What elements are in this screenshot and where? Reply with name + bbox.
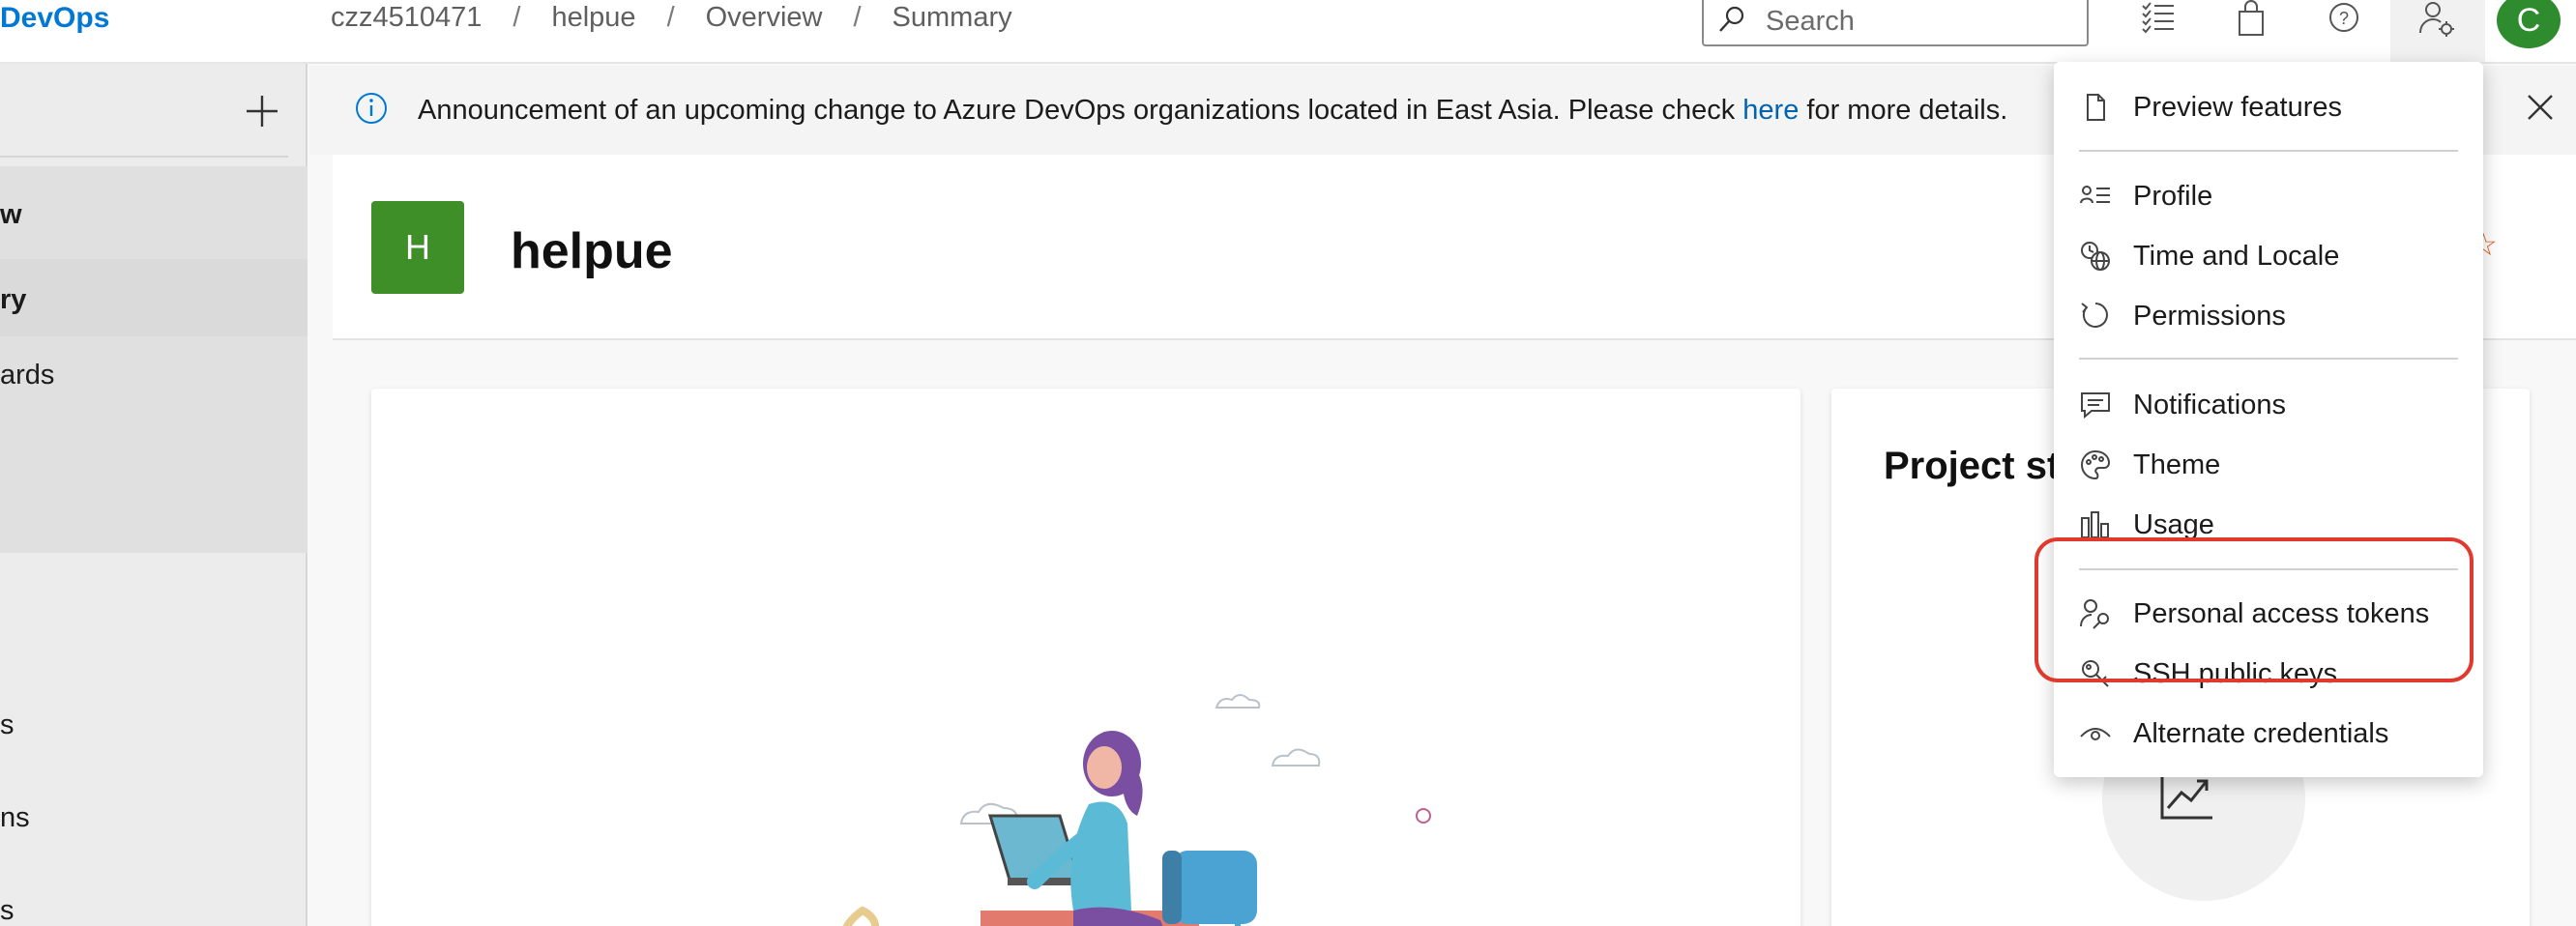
menu-item-ssh-public-keys[interactable]: SSH public keys (2054, 646, 2483, 702)
menu-label: Profile (2133, 180, 2213, 212)
breadcrumb-project[interactable]: helpue (549, 2, 637, 34)
menu-label: Preview features (2133, 91, 2342, 123)
search-icon (1717, 5, 1746, 39)
menu-item-profile[interactable]: Profile (2054, 168, 2483, 224)
project-avatar: H (371, 201, 464, 294)
menu-separator (2079, 150, 2458, 152)
menu-label: Theme (2133, 449, 2221, 480)
menu-label: Personal access tokens (2133, 597, 2430, 629)
menu-label: Notifications (2133, 389, 2286, 420)
breadcrumb-separator: / (666, 2, 675, 33)
menu-item-personal-access-tokens[interactable]: Personal access tokens (2054, 586, 2483, 642)
nav-item-dashboards[interactable]: ards (0, 360, 54, 391)
user-settings-button[interactable] (2390, 0, 2485, 62)
search-placeholder: Search (1766, 5, 1855, 37)
search-box[interactable]: Search (1702, 0, 2089, 46)
top-bar: DevOps czz4510471 / helpue / Overview / … (0, 0, 2576, 64)
breadcrumb-separator: / (853, 2, 862, 33)
breadcrumb-overview[interactable]: Overview (704, 2, 825, 34)
banner-details-link[interactable]: here (1742, 95, 1799, 126)
menu-item-notifications[interactable]: Notifications (2054, 377, 2483, 433)
left-navigation: w ry ards s ns s (0, 64, 307, 926)
menu-label: Permissions (2133, 300, 2286, 332)
globe-clock-icon (2079, 240, 2112, 273)
nav-selected-highlight (0, 259, 307, 336)
key-icon (2079, 657, 2112, 690)
palette-icon (2079, 449, 2112, 481)
menu-item-permissions[interactable]: Permissions (2054, 288, 2483, 344)
menu-label: Usage (2133, 508, 2214, 540)
about-project-card (371, 389, 1800, 926)
banner-message: Announcement of an upcoming change to Az… (418, 95, 2007, 127)
person-key-icon (2079, 597, 2112, 630)
marketplace-bag-icon[interactable] (2232, 0, 2270, 39)
menu-item-usage[interactable]: Usage (2054, 497, 2483, 553)
menu-item-theme[interactable]: Theme (2054, 437, 2483, 493)
user-avatar[interactable]: C (2497, 0, 2561, 48)
profile-icon (2079, 180, 2112, 213)
brand-logo-text[interactable]: DevOps (0, 2, 109, 35)
project-stats-title: Project st (1884, 445, 2061, 487)
nav-divider (0, 156, 288, 158)
welcome-illustration (842, 694, 1431, 926)
menu-item-preview-features[interactable]: Preview features (2054, 79, 2483, 135)
close-icon[interactable] (2524, 91, 2557, 124)
menu-label: Time and Locale (2133, 240, 2340, 272)
menu-label: Alternate credentials (2133, 717, 2389, 749)
help-icon[interactable]: ? (2325, 0, 2363, 39)
breadcrumb-separator: / (512, 2, 521, 33)
nav-item-summary[interactable]: ry (0, 284, 26, 316)
banner-text-before: Announcement of an upcoming change to Az… (418, 95, 1743, 126)
chat-icon (2079, 389, 2112, 421)
bar-chart-icon (2079, 508, 2112, 541)
menu-label: SSH public keys (2133, 657, 2338, 689)
svg-text:?: ? (2339, 9, 2349, 28)
eye-icon (2079, 717, 2112, 750)
nav-item-artifacts[interactable]: s (0, 895, 15, 926)
menu-item-alternate-credentials[interactable]: Alternate credentials (2054, 706, 2483, 762)
menu-separator (2079, 568, 2458, 570)
nav-item-boards[interactable]: s (0, 709, 15, 741)
refresh-circle-icon (2079, 300, 2112, 333)
project-title: helpue (511, 223, 673, 279)
nav-item-overview[interactable]: w (0, 199, 22, 231)
breadcrumb-organization[interactable]: czz4510471 (329, 2, 483, 34)
user-settings-icon (2417, 0, 2456, 39)
menu-separator (2079, 358, 2458, 360)
user-settings-menu: Preview features Profile Time and Locale… (2054, 62, 2483, 777)
checklist-icon[interactable] (2139, 0, 2178, 39)
breadcrumb-summary[interactable]: Summary (891, 2, 1014, 34)
breadcrumb: czz4510471 / helpue / Overview / Summary (329, 2, 1014, 34)
add-icon[interactable] (244, 93, 280, 130)
info-icon (354, 91, 389, 126)
nav-item-pipelines[interactable]: ns (0, 802, 30, 834)
banner-text-after: for more details. (1799, 95, 2008, 126)
menu-item-time-and-locale[interactable]: Time and Locale (2054, 228, 2483, 284)
document-icon (2079, 91, 2112, 124)
